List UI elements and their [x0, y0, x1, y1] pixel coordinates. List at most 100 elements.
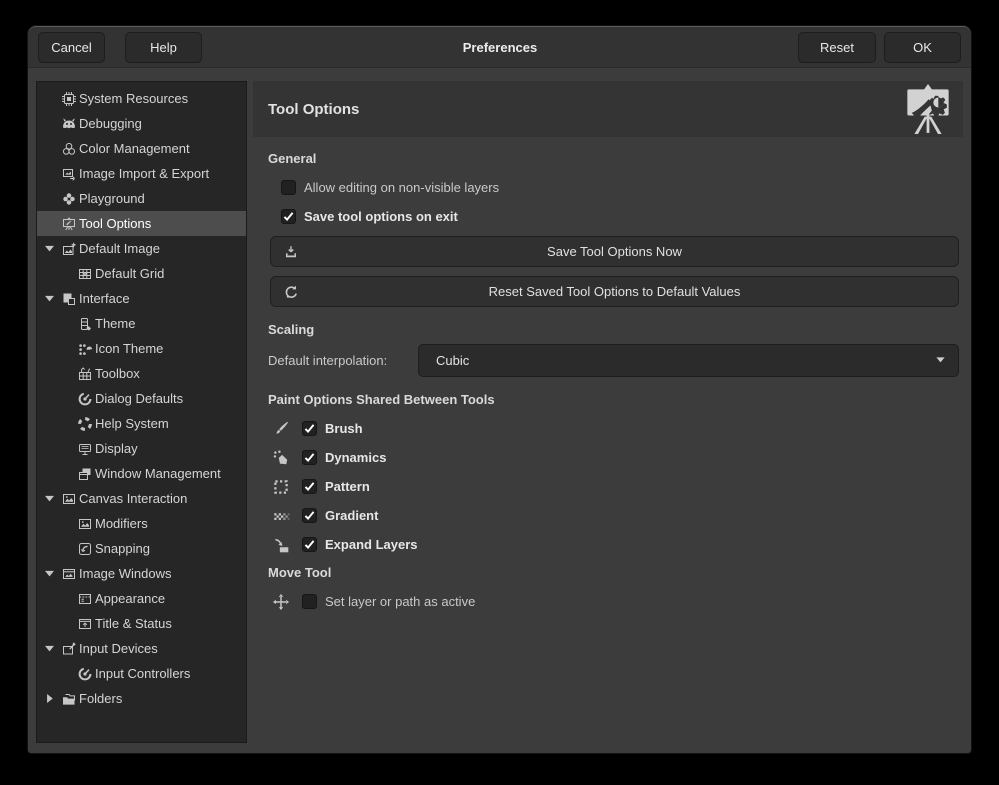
gradient-row: Gradient [268, 501, 959, 530]
gradient-checkbox[interactable] [302, 508, 317, 523]
pattern-icon [272, 478, 290, 496]
paint-options-heading: Paint Options Shared Between Tools [268, 392, 959, 407]
general-checkboxes: Allow editing on non-visible layers Save … [268, 173, 959, 231]
preferences-category-list: System Resources Debugging Color Managemen… [36, 81, 247, 743]
sidebar-item-canvas-interaction[interactable]: Canvas Interaction [37, 486, 246, 511]
brush-checkbox[interactable] [302, 421, 317, 436]
sidebar-item-image-import-export[interactable]: Image Import & Export [37, 161, 246, 186]
sidebar-item-theme[interactable]: Theme [37, 311, 246, 336]
tool-options-easel-icon [901, 84, 955, 134]
sidebar-item-label: Debugging [78, 116, 142, 131]
sidebar-item-label: Input Controllers [94, 666, 190, 681]
sidebar-item-display[interactable]: Display [37, 436, 246, 461]
sidebar-item-label: Playground [78, 191, 145, 206]
reset-button[interactable]: Reset [798, 32, 876, 63]
move-tool-row: Set layer or path as active [268, 587, 959, 616]
brush-icon [272, 420, 290, 438]
allow-editing-on-non-visible-layers-row: Allow editing on non-visible layers [268, 173, 959, 202]
sidebar-item-playground[interactable]: Playground [37, 186, 246, 211]
sidebar-item-label: Color Management [78, 141, 190, 156]
expander-closed-icon[interactable] [43, 692, 61, 705]
expander-open-icon[interactable] [43, 292, 61, 305]
help-button[interactable]: Help [125, 32, 202, 63]
sidebar-item-appearance[interactable]: Appearance [37, 586, 246, 611]
sidebar-item-default-image[interactable]: Default Image [37, 236, 246, 261]
set-layer-or-path-as-active-checkbox[interactable] [302, 594, 317, 609]
action-button-label: Save Tool Options Now [547, 244, 682, 259]
image-window-icon [61, 566, 78, 582]
expander-open-icon[interactable] [43, 642, 61, 655]
sidebar-item-tool-options[interactable]: Tool Options [37, 211, 246, 236]
sidebar-item-label: Display [94, 441, 138, 456]
chip-icon [61, 91, 78, 107]
sidebar-item-default-grid[interactable]: Default Grid [37, 261, 246, 286]
icon-theme-icon [77, 341, 94, 357]
sidebar-item-dialog-defaults[interactable]: Dialog Defaults [37, 386, 246, 411]
reset-icon [283, 284, 299, 303]
panel-header: Tool Options [253, 81, 963, 137]
sidebar-item-label: Canvas Interaction [78, 491, 187, 506]
sidebar-item-label: Default Grid [94, 266, 164, 281]
checkbox-label: Allow editing on non-visible layers [304, 180, 499, 195]
sidebar-item-help-system[interactable]: Help System [37, 411, 246, 436]
sidebar-item-input-controllers[interactable]: Input Controllers [37, 661, 246, 686]
sidebar-item-label: Image Import & Export [78, 166, 209, 181]
save-tool-options-on-exit-row: Save tool options on exit [268, 202, 959, 231]
sidebar-item-interface[interactable]: Interface [37, 286, 246, 311]
action-button-label: Reset Saved Tool Options to Default Valu… [489, 284, 741, 299]
expander-open-icon[interactable] [43, 242, 61, 255]
sidebar-item-snapping[interactable]: Snapping [37, 536, 246, 561]
sidebar-item-input-devices[interactable]: Input Devices [37, 636, 246, 661]
sidebar-item-label: Help System [94, 416, 169, 431]
sidebar-item-modifiers[interactable]: Modifiers [37, 511, 246, 536]
brush-row: Brush [268, 414, 959, 443]
paint-options-list: BrushDynamicsPatternGradientExpand Layer… [268, 414, 959, 559]
image-io-icon [61, 166, 78, 182]
checkbox-label: Expand Layers [325, 537, 418, 552]
sidebar-item-image-windows[interactable]: Image Windows [37, 561, 246, 586]
dialog-gauge-icon [77, 391, 94, 407]
sidebar-item-debugging[interactable]: Debugging [37, 111, 246, 136]
sidebar-item-title-status[interactable]: Title & Status [37, 611, 246, 636]
save-icon [283, 244, 299, 263]
ok-button[interactable]: OK [884, 32, 961, 63]
sidebar-item-icon-theme[interactable]: Icon Theme [37, 336, 246, 361]
sidebar-item-system-resources[interactable]: System Resources [37, 86, 246, 111]
save-tool-options-on-exit-checkbox[interactable] [281, 209, 296, 224]
panel-body: General Allow editing on non-visible lay… [253, 137, 963, 743]
allow-editing-on-non-visible-layers-checkbox[interactable] [281, 180, 296, 195]
expand-layers-icon [272, 536, 290, 554]
set-layer-or-path-as-active-row: Set layer or path as active [268, 587, 959, 616]
sidebar-item-label: Title & Status [94, 616, 172, 631]
titlebar: Cancel Help Preferences Reset OK [28, 27, 971, 68]
expander-open-icon[interactable] [43, 492, 61, 505]
sidebar-item-color-management[interactable]: Color Management [37, 136, 246, 161]
color-circles-icon [61, 141, 78, 157]
dynamics-row: Dynamics [268, 443, 959, 472]
sidebar-item-label: Icon Theme [94, 341, 163, 356]
chevron-down-icon [933, 352, 948, 370]
reset-saved-tool-options-to-default-values-button[interactable]: Reset Saved Tool Options to Default Valu… [270, 276, 959, 307]
appearance-icon [77, 591, 94, 607]
sidebar-item-toolbox[interactable]: Toolbox [37, 361, 246, 386]
expander-open-icon[interactable] [43, 567, 61, 580]
dynamics-checkbox[interactable] [302, 450, 317, 465]
cancel-button[interactable]: Cancel [38, 32, 105, 63]
sidebar-item-window-management[interactable]: Window Management [37, 461, 246, 486]
dynamics-icon [272, 449, 290, 467]
move-icon [272, 593, 290, 611]
move-tool-heading: Move Tool [268, 565, 959, 580]
sidebar-item-folders[interactable]: Folders [37, 686, 246, 711]
pattern-checkbox[interactable] [302, 479, 317, 494]
expand-layers-checkbox[interactable] [302, 537, 317, 552]
general-heading: General [268, 151, 959, 166]
dialog-gauge-icon [77, 666, 94, 682]
sidebar-item-label: Appearance [94, 591, 165, 606]
sidebar-item-label: Theme [94, 316, 135, 331]
save-tool-options-now-button[interactable]: Save Tool Options Now [270, 236, 959, 267]
help-ring-icon [77, 416, 94, 432]
sidebar-item-label: Dialog Defaults [94, 391, 183, 406]
default-interpolation-dropdown[interactable]: Cubic [418, 344, 959, 377]
easel-icon [61, 216, 78, 232]
sidebar-item-label: Modifiers [94, 516, 148, 531]
